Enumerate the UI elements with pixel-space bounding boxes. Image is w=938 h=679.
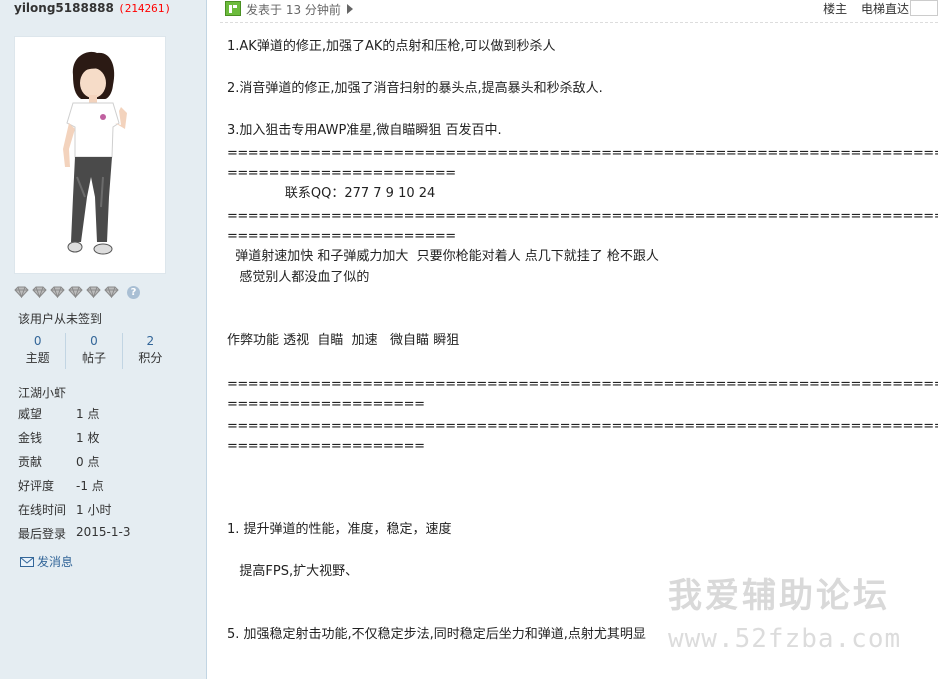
separator-line: =================== bbox=[227, 397, 425, 412]
diamond-icon bbox=[50, 286, 65, 298]
user-info: 威望 1 点 金钱 1 枚 贡献 0 点 好评度 -1 点 在线时间 1 小时 最后登录 2… bbox=[18, 405, 130, 549]
post-time: 发表于 13 分钟前 bbox=[246, 3, 341, 17]
watermark-title: 我爱辅助论坛 bbox=[668, 576, 890, 616]
user-rank[interactable]: 江湖小虾 bbox=[18, 384, 66, 401]
info-row: 威望 1 点 bbox=[18, 407, 100, 421]
username-text[interactable]: yilong5188888 bbox=[14, 1, 114, 15]
stat-threads[interactable]: 0 主题 bbox=[10, 333, 65, 369]
diamond-icon bbox=[86, 286, 101, 298]
info-row: 贡献 0 点 bbox=[18, 455, 100, 469]
post-header: 发表于 13 分钟前 楼主 电梯直达 bbox=[220, 0, 938, 23]
post-line: 3.加入狙击专用AWP准星,微自瞄瞬狙 百发百中. bbox=[227, 123, 502, 138]
jump-to-floor-button[interactable]: 电梯直达 bbox=[861, 2, 909, 16]
floor-number-input[interactable] bbox=[910, 0, 938, 16]
info-row: 最后登录 2015-1-3 bbox=[18, 525, 131, 541]
rank-stars: ? bbox=[14, 284, 140, 300]
watermark-url: www.52fzba.com bbox=[668, 624, 902, 654]
envelope-icon bbox=[20, 556, 34, 567]
help-icon[interactable]: ? bbox=[127, 285, 140, 299]
user-id: (214261) bbox=[118, 2, 172, 15]
online-status-icon bbox=[225, 1, 241, 16]
user-stats: 0 主题 0 帖子 2 积分 bbox=[10, 333, 178, 369]
stat-posts[interactable]: 0 帖子 bbox=[65, 333, 121, 369]
post-line: 提高FPS,扩大视野、 bbox=[227, 564, 359, 579]
separator-line: ====================== bbox=[227, 166, 456, 181]
stat-points[interactable]: 2 积分 bbox=[121, 333, 178, 369]
contact-qq: 联系QQ：277 7 9 10 24 bbox=[227, 186, 436, 201]
diamond-icon bbox=[14, 286, 29, 298]
info-row: 在线时间 1 小时 bbox=[18, 503, 112, 517]
username[interactable]: yilong5188888 (214261) bbox=[14, 1, 171, 15]
post-line: 1.AK弹道的修正,加强了AK的点射和压枪,可以做到秒杀人 bbox=[227, 39, 556, 54]
avatar[interactable] bbox=[14, 36, 166, 274]
post-line: 感觉别人都没血了似的 bbox=[227, 270, 370, 285]
play-arrow-icon[interactable] bbox=[347, 4, 353, 14]
separator-line: ========================================… bbox=[227, 209, 938, 224]
info-row: 金钱 1 枚 bbox=[18, 431, 100, 445]
diamond-icon bbox=[32, 286, 47, 298]
post-line: 1. 提升弹道的性能，准度，稳定，速度 bbox=[227, 522, 452, 537]
diamond-icon bbox=[68, 286, 83, 298]
diamond-icon bbox=[104, 286, 119, 298]
separator-line: =================== bbox=[227, 439, 425, 454]
signin-status: 该用户从未签到 bbox=[18, 312, 103, 326]
post-line: 5. 加强稳定射击功能,不仅稳定步法,同时稳定后坐力和弹道,点射尤其明显 bbox=[227, 627, 646, 642]
separator-line: ====================== bbox=[227, 229, 456, 244]
user-sidebar: yilong5188888 (214261) ? 该用户从未签到 0 主题 0 … bbox=[0, 0, 207, 679]
post-line: 2.消音弹道的修正,加强了消音扫射的暴头点,提高暴头和秒杀敌人. bbox=[227, 81, 603, 96]
post-line: 作弊功能 透视 自瞄 加速 微自瞄 瞬狙 bbox=[227, 333, 460, 348]
send-message-link[interactable]: 发消息 bbox=[20, 553, 73, 570]
avatar-figure bbox=[63, 51, 127, 255]
separator-line: ========================================… bbox=[227, 146, 938, 161]
floor-label: 楼主 bbox=[823, 2, 848, 16]
separator-line: ========================================… bbox=[227, 377, 938, 392]
info-row: 好评度 -1 点 bbox=[18, 479, 104, 493]
post-nav: 楼主 电梯直达 bbox=[813, 0, 909, 17]
separator-line: ========================================… bbox=[227, 419, 938, 434]
post-line: 弹道射速加快 和子弹威力加大 只要你枪能对着人 点几下就挂了 枪不跟人 bbox=[227, 249, 659, 264]
